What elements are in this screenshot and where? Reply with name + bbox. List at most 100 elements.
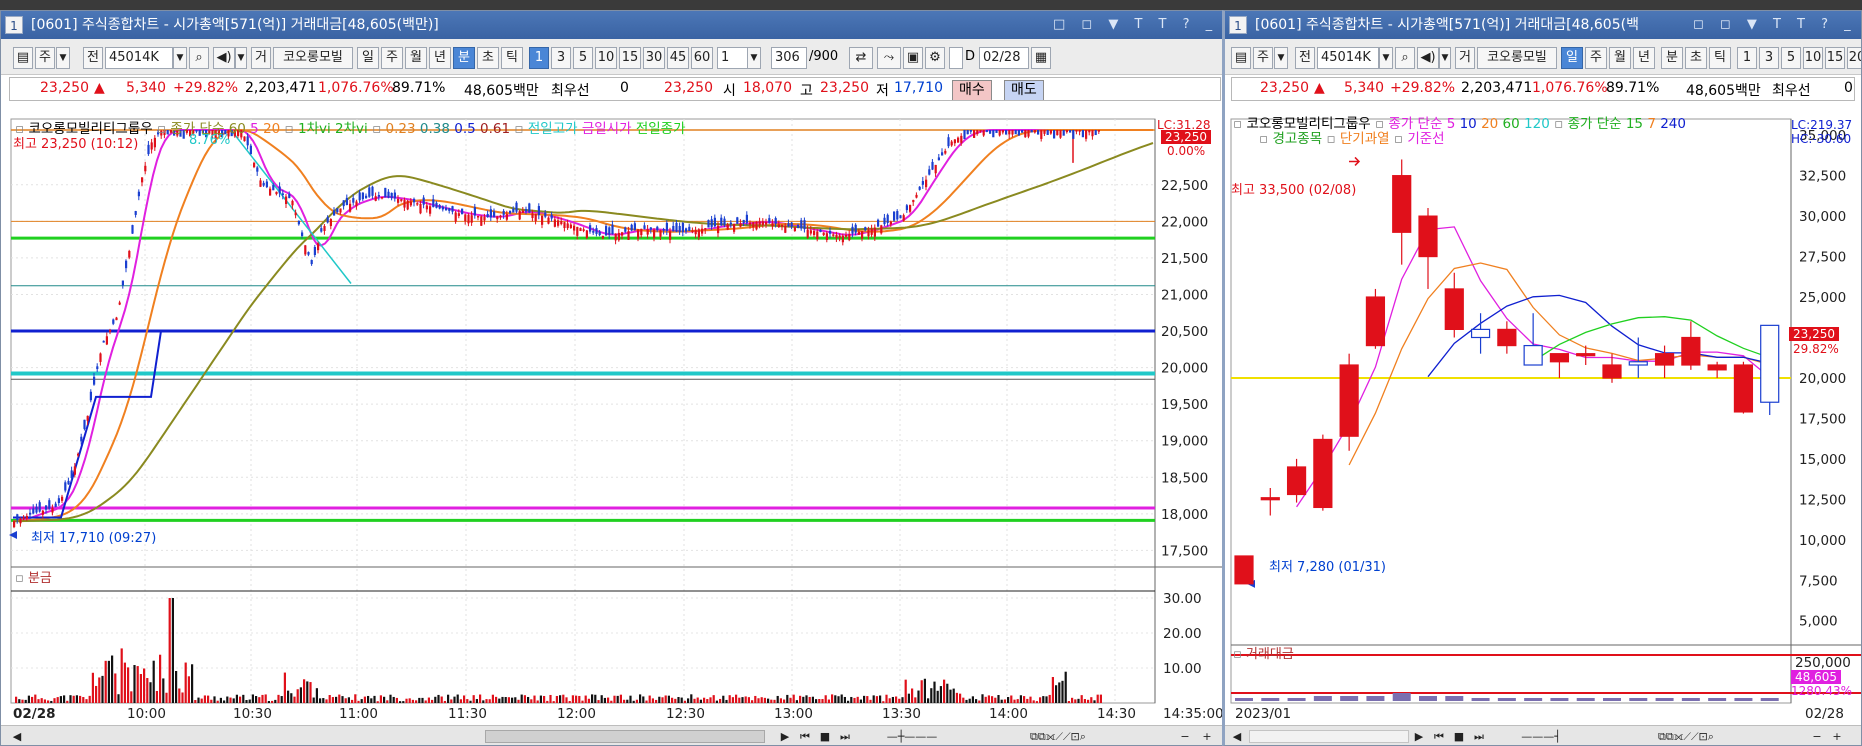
search-icon[interactable]: ⌕: [189, 47, 209, 69]
speaker-icon[interactable]: ◀): [1417, 47, 1439, 69]
scroll-thumb[interactable]: [485, 730, 765, 743]
time-tick-label: 12:00: [557, 706, 596, 722]
interval-3[interactable]: 3: [551, 47, 571, 69]
interval-45[interactable]: 45: [667, 47, 689, 69]
speaker-icon[interactable]: ◀): [213, 47, 235, 69]
buy-button[interactable]: 매수: [952, 80, 992, 100]
interval-10[interactable]: 10: [595, 47, 617, 69]
mode-select[interactable]: 주: [35, 47, 55, 69]
trade-flag[interactable]: 거: [251, 47, 271, 69]
tool-icons[interactable]: ⧉⧉⟗⟋⟋⊡⌕: [963, 729, 1153, 745]
prev-button[interactable]: 전: [83, 47, 103, 69]
stock-code-input[interactable]: 45014K: [1317, 47, 1379, 69]
zoom-slider-icon[interactable]: ———┤: [1501, 729, 1581, 745]
zoom-out-icon[interactable]: −: [1809, 729, 1825, 745]
legend-base: 기준선: [1407, 131, 1445, 147]
scroll-left-arrow[interactable]: ◀: [9, 729, 25, 745]
candle-body: [1094, 129, 1097, 136]
speaker-dropdown-arrow[interactable]: ▼: [235, 47, 247, 69]
period-day[interactable]: 일: [357, 47, 379, 69]
layout-icon[interactable]: ▤: [13, 47, 33, 69]
intraday-price-chart[interactable]: 22,500 22,000 21,500 21,000 20,500 20,000 19,5…: [1, 105, 1230, 723]
next-icon[interactable]: ⏭: [837, 729, 853, 745]
interval-60[interactable]: 60: [691, 47, 713, 69]
period-year[interactable]: 년: [429, 47, 451, 69]
period-week[interactable]: 주: [381, 47, 403, 69]
multiplier-dropdown-arrow[interactable]: ▼: [747, 47, 761, 69]
quote-volume: 2,203,471: [245, 80, 317, 96]
period-tick[interactable]: 틱: [501, 47, 523, 69]
first-icon[interactable]: ⏮: [1431, 729, 1447, 745]
interval-5[interactable]: 5: [573, 47, 593, 69]
vi-step-line: [13, 330, 181, 519]
mode-dropdown-arrow[interactable]: ▼: [1274, 47, 1288, 69]
mode-dropdown-arrow[interactable]: ▼: [56, 47, 70, 69]
interval-15[interactable]: 15: [1825, 47, 1845, 69]
scroll-right-arrow[interactable]: ▶: [1411, 729, 1427, 745]
stop-icon[interactable]: ■: [1451, 729, 1467, 745]
period-month[interactable]: 월: [405, 47, 427, 69]
scrollbar-right[interactable]: ◀ ▶ ⏮ ■ ⏭ ———┤ ⧉⧉⟗⟋⟋⊡⌕ − +: [1225, 725, 1861, 745]
period-second[interactable]: 초: [477, 47, 499, 69]
compare-icon[interactable]: ⇄: [849, 47, 873, 69]
interval-30[interactable]: 30: [643, 47, 665, 69]
zoom-slider-icon[interactable]: —┼———: [867, 729, 957, 745]
trade-flag[interactable]: 거: [1455, 47, 1475, 69]
stock-name[interactable]: 코오롱모빌: [1477, 47, 1557, 69]
speaker-dropdown-arrow[interactable]: ▼: [1439, 47, 1451, 69]
legend-fib-3: 0.5: [454, 121, 476, 137]
date-checkbox[interactable]: [949, 47, 963, 69]
interval-20[interactable]: 20: [1847, 47, 1861, 69]
title-controls-right[interactable]: ◻ ◻ ▼ T T ? _ □: [1689, 11, 1861, 60]
zoom-in-icon[interactable]: +: [1829, 729, 1845, 745]
gear-icon[interactable]: ⚙: [925, 47, 945, 69]
code-dropdown-arrow[interactable]: ▼: [173, 47, 187, 69]
interval-3[interactable]: 3: [1759, 47, 1779, 69]
sell-button[interactable]: 매도: [1004, 80, 1044, 100]
period-second[interactable]: 초: [1685, 47, 1707, 69]
period-minute[interactable]: 분: [453, 47, 475, 69]
period-day[interactable]: 일: [1561, 47, 1583, 69]
stock-name[interactable]: 코오롱모빌: [273, 47, 353, 69]
candle-body: [25, 515, 28, 519]
scroll-left-arrow[interactable]: ◀: [1229, 729, 1245, 745]
period-week[interactable]: 주: [1585, 47, 1607, 69]
code-dropdown-arrow[interactable]: ▼: [1379, 47, 1393, 69]
first-icon[interactable]: ⏮: [797, 729, 813, 745]
interval-5[interactable]: 5: [1781, 47, 1801, 69]
interval-15[interactable]: 15: [619, 47, 641, 69]
title-controls-left[interactable]: □ ◻ ▼ T T ? _ □ ✕: [1049, 11, 1229, 60]
amount-bar: [223, 700, 226, 703]
calendar-icon[interactable]: ▦: [1031, 47, 1051, 69]
scrollbar-left[interactable]: ◀ ▶ ⏮ ■ ⏭ —┼——— ⧉⧉⟗⟋⟋⊡⌕ − +: [1, 725, 1229, 745]
search-icon[interactable]: ⌕: [1395, 47, 1415, 69]
interval-10[interactable]: 10: [1803, 47, 1823, 69]
count-input[interactable]: 306: [771, 47, 807, 69]
period-month[interactable]: 월: [1609, 47, 1631, 69]
period-tick[interactable]: 틱: [1709, 47, 1731, 69]
tool-icons[interactable]: ⧉⧉⟗⟋⟋⊡⌕: [1591, 729, 1781, 745]
title-bar-left[interactable]: 1 [0601] 주식종합차트 - 시가총액[571(억)] 거래대금[48,6…: [1, 11, 1229, 39]
save-icon[interactable]: ▣: [903, 47, 923, 69]
candle-body: [797, 224, 800, 228]
amount-bar: [968, 698, 971, 703]
interval-1[interactable]: 1: [529, 47, 549, 69]
scroll-thumb[interactable]: [1249, 730, 1409, 743]
draw-icon[interactable]: ⤳: [877, 47, 901, 69]
candle-body: [761, 221, 764, 225]
prev-button[interactable]: 전: [1295, 47, 1315, 69]
mode-select[interactable]: 주: [1253, 47, 1273, 69]
zoom-in-icon[interactable]: +: [1199, 729, 1215, 745]
period-minute[interactable]: 분: [1661, 47, 1683, 69]
stock-code-input[interactable]: 45014K: [105, 47, 173, 69]
period-year[interactable]: 년: [1633, 47, 1655, 69]
interval-1[interactable]: 1: [1737, 47, 1757, 69]
stop-icon[interactable]: ■: [817, 729, 833, 745]
candle-body: [643, 225, 646, 229]
layout-icon[interactable]: ▤: [1231, 47, 1251, 69]
zoom-out-icon[interactable]: −: [1177, 729, 1193, 745]
scroll-right-arrow[interactable]: ▶: [777, 729, 793, 745]
date-input[interactable]: 02/28: [979, 47, 1029, 69]
next-icon[interactable]: ⏭: [1471, 729, 1487, 745]
candle-body: [806, 229, 809, 238]
